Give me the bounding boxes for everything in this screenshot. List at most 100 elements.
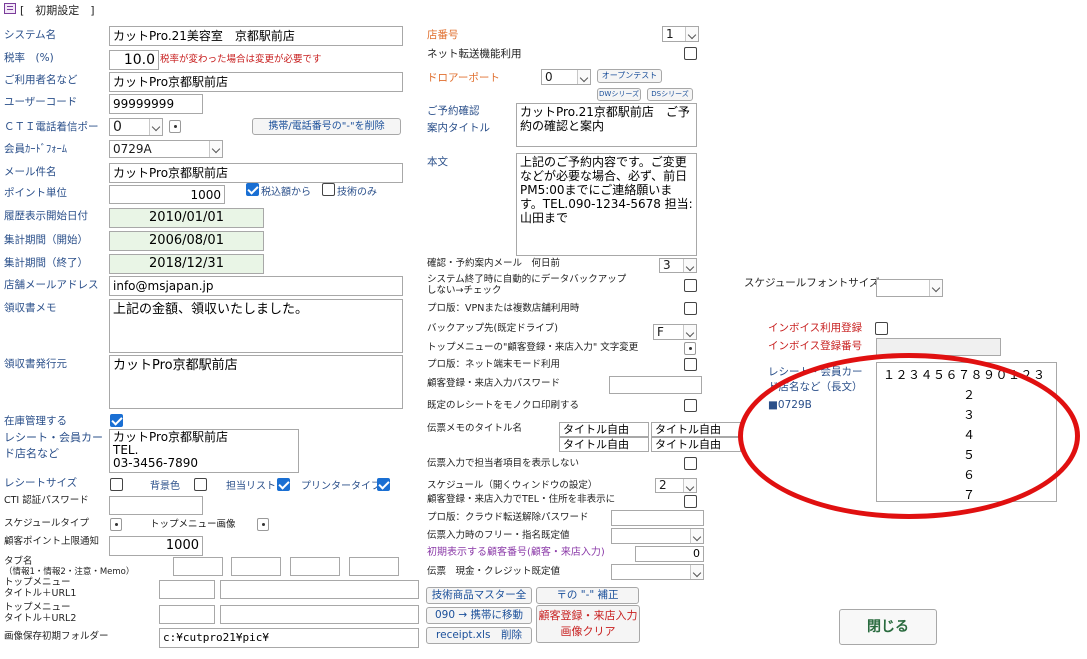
move-090-button[interactable]: 090 → 携帯に移動 [426,607,532,624]
initial-customer-label: 初期表示する顧客番号(顧客・来店入力) [427,547,605,558]
schedule-window-select[interactable]: 2 [655,478,697,493]
slip-memo-title-2[interactable]: タイトル自由 [651,422,741,437]
hide-staff-label: 伝票入力で担当者項目を表示しない [427,458,580,469]
shop-mail-field[interactable]: info@msjapan.jp [109,276,403,296]
confirm-days-label: 確認・予約案内メール 何日前 [427,258,561,269]
receipt-shop-field[interactable]: カットPro京都駅前店 TEL. 03-3456-7890 [109,429,299,473]
image-folder-field[interactable]: c:¥cutpro21¥pic¥ [159,628,419,648]
top-menu2-url-field[interactable] [220,605,419,624]
schedule-window-label: スケジュール（開くウィンドウの設定） [427,480,598,491]
top-menu-text-label: トップメニューの"顧客登録・来店入力" 文字変更 [427,342,639,353]
receipt-memo-label: 領収書メモ [4,302,57,314]
vpn-checkbox[interactable] [684,302,697,315]
receipt-memo-field[interactable]: 上記の金額、領収いたしました。 [109,299,403,353]
schedule-font-select[interactable] [876,279,943,297]
top-menu1-title-field[interactable] [159,580,215,599]
period-start-field[interactable]: 2006/08/01 [109,231,264,251]
hide-staff-checkbox[interactable] [684,457,697,470]
tab-name-field-2[interactable] [231,557,281,576]
reg-password-field[interactable] [609,376,702,394]
tab-name-field-3[interactable] [290,557,340,576]
staff-list-checkbox[interactable] [277,478,290,491]
stock-label: 在庫管理する [4,415,67,427]
top-menu-text-option[interactable] [684,342,696,355]
auto-backup-label-2: しない→チェック [427,285,502,296]
cti-port-select[interactable]: 0 [109,118,163,136]
remove-hyphen-button[interactable]: 携帯/電話番号の"-"を削除 [252,118,401,135]
period-end-label: 集計期間（終了） [4,257,88,269]
history-start-label: 履歴表示開始日付 [4,210,88,222]
image-folder-label: 画像保存初期フォルダー [4,631,109,642]
backup-drive-label: バックアップ先(既定ドライブ) [427,323,558,334]
shop-no-select[interactable]: 1 [662,26,699,42]
tech-master-button[interactable]: 技術商品マスター全 [426,587,532,604]
period-start-label: 集計期間（開始） [4,234,88,246]
free-nominate-select[interactable] [611,528,704,544]
history-start-field[interactable]: 2010/01/01 [109,208,264,228]
receipt-issuer-field[interactable]: カットPro京都駅前店 [109,355,403,409]
slip-memo-title-4[interactable]: タイトル自由 [651,437,741,452]
free-nominate-label: 伝票入力時のフリー・指名既定値 [427,530,570,541]
user-code-field[interactable]: 99999999 [109,94,203,114]
mono-receipt-checkbox[interactable] [684,399,697,412]
invoice-use-checkbox[interactable] [875,322,888,335]
slip-memo-title-3[interactable]: タイトル自由 [559,437,649,452]
user-name-field[interactable]: カットPro京都駅前店 [109,72,403,92]
receipt-size-checkbox[interactable] [110,478,123,491]
bg-color-checkbox[interactable] [194,478,207,491]
tab-name-field-4[interactable] [349,557,399,576]
initial-customer-field[interactable]: 0 [635,546,704,562]
point-unit-label: ポイント単位 [4,187,67,199]
mail-subject-field[interactable]: カットPro京都駅前店 [109,163,403,183]
body-field[interactable]: 上記のご予約内容です。ご変更などが必要な場合、必ず、前日PM5:00までにご連絡… [516,153,697,256]
receipt-xls-delete-button[interactable]: receipt.xls 削除 [426,627,532,644]
cloud-pass-field[interactable] [611,510,704,526]
printer-type-label: プリンタータイプ [301,481,381,492]
net-terminal-checkbox[interactable] [684,358,697,371]
tech-only-checkbox[interactable] [322,183,335,196]
top-menu2-title-field[interactable] [159,605,215,624]
close-button[interactable]: 閉じる [839,609,937,645]
point-unit-field[interactable]: 1000 [109,185,225,204]
chevron-down-icon [683,259,696,272]
member-card-select[interactable]: 0729A [109,140,223,158]
customer-image-clear-button[interactable]: 顧客登録・来店入力 画像クリア [536,605,640,643]
tech-only-label: 技術のみ [337,187,377,198]
door-port-select[interactable]: 0 [541,69,591,85]
mail-subject-label: メール件名 [4,166,57,178]
schedule-window-value: 2 [659,478,667,492]
form-icon [4,3,16,14]
slip-memo-title-1[interactable]: タイトル自由 [559,422,649,437]
open-test-button[interactable]: オープンテスト [597,69,662,83]
printer-type-checkbox[interactable] [377,478,390,491]
reserve-title-field[interactable]: カットPro.21京都駅前店 ご予約の確認と案内 [516,103,697,147]
net-transfer-checkbox[interactable] [684,47,697,60]
period-end-field[interactable]: 2018/12/31 [109,254,264,274]
dw-series-button[interactable]: DWシリーズ [597,88,641,101]
tax-field[interactable]: 10.0 [109,50,159,70]
red-circle-annotation [738,353,1080,519]
cash-credit-select[interactable] [611,564,704,580]
tab-name-field-1[interactable] [173,557,223,576]
ds-series-button[interactable]: DSシリーズ [647,88,693,101]
member-card-label: 会員ｶｰﾄﾞﾌｫｰﾑ [4,143,67,155]
backup-drive-select[interactable]: F [653,324,697,340]
confirm-days-select[interactable]: 3 [659,258,697,273]
body-label: 本文 [427,156,448,168]
hide-tel-checkbox[interactable] [684,495,697,508]
system-name-field[interactable]: カットPro.21美容室 京都駅前店 [109,26,403,46]
schedule-type-option[interactable] [110,518,122,531]
top-image-option[interactable] [257,518,269,531]
postal-hyphen-button[interactable]: 〒の "-" 補正 [536,587,639,604]
tax-in-checkbox[interactable] [246,183,259,196]
point-limit-field[interactable]: 1000 [109,536,203,556]
backup-drive-value: F [657,325,664,339]
cti-pass-field[interactable] [109,496,203,515]
auto-backup-checkbox[interactable] [684,279,697,292]
invoice-use-label: インボイス利用登録 [768,322,863,334]
tax-note: 税率が変わった場合は変更が必要です [160,54,322,65]
cash-credit-label: 伝票 現金・クレジット既定値 [427,566,561,577]
cti-port-option[interactable] [169,120,181,133]
top-menu1-url-field[interactable] [220,580,419,599]
stock-checkbox[interactable] [110,414,123,427]
